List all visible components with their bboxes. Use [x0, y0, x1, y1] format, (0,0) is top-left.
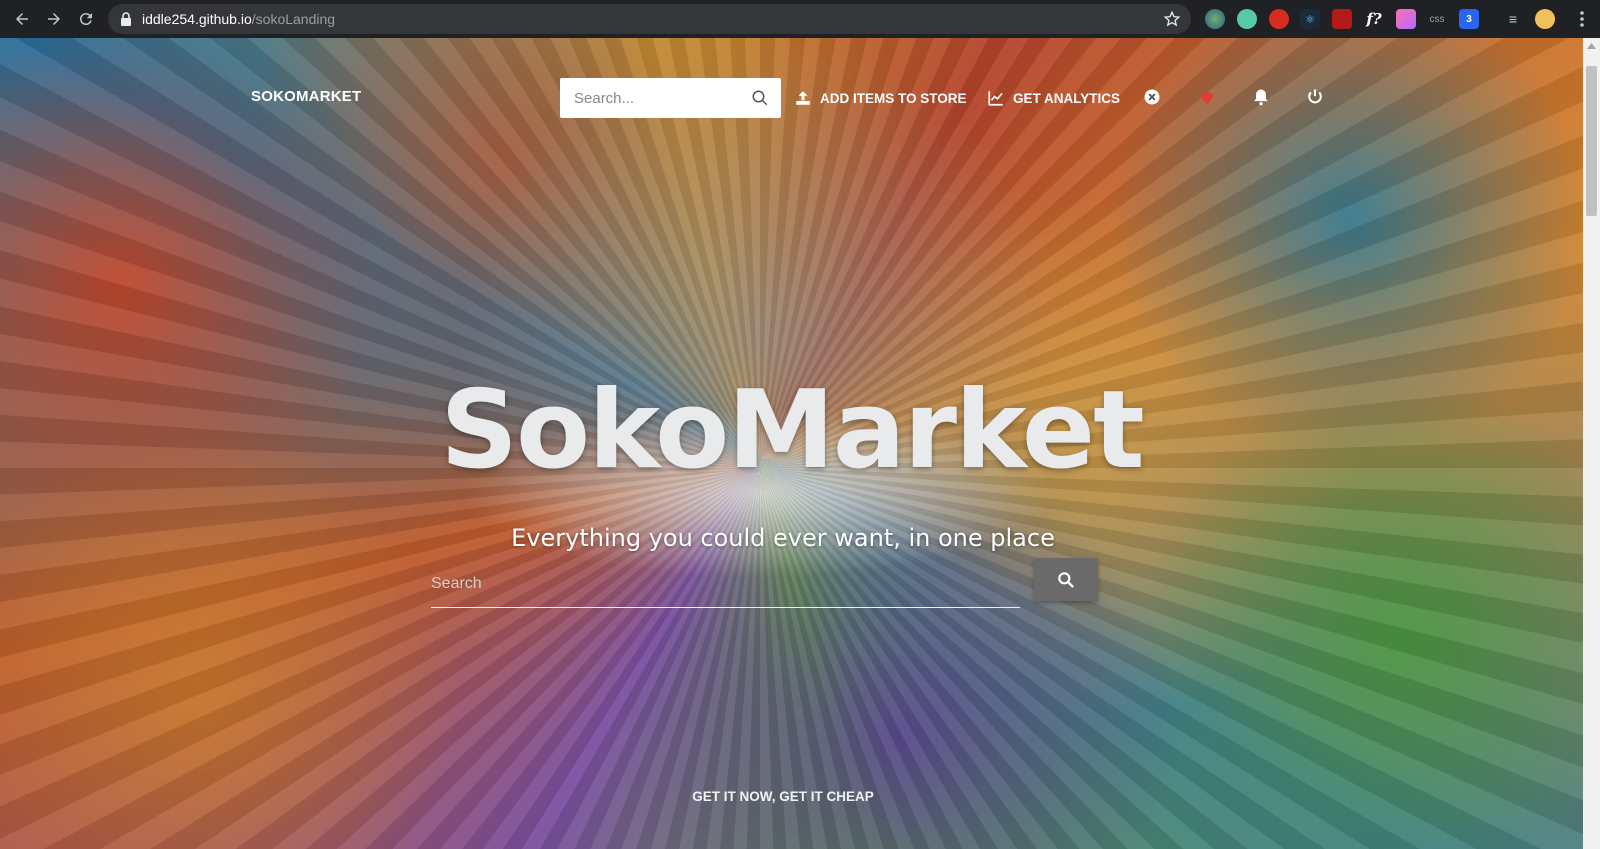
extension-react-icon[interactable]: ⚛	[1300, 9, 1320, 29]
add-items-link[interactable]: ADD ITEMS TO STORE	[794, 89, 967, 107]
analytics-label: GET ANALYTICS	[1013, 90, 1121, 106]
upload-icon	[796, 91, 810, 105]
profile-avatar[interactable]	[1535, 9, 1555, 29]
back-button[interactable]	[8, 5, 36, 33]
add-items-label: ADD ITEMS TO STORE	[820, 90, 967, 106]
reload-button[interactable]	[72, 5, 100, 33]
scroll-thumb[interactable]	[1586, 66, 1597, 216]
hero-background: SOKOMARKET ADD ITEMS TO STORE GET ANALYT…	[0, 38, 1583, 849]
url-path: /sokoLanding	[251, 11, 336, 27]
magnifier-icon	[1058, 571, 1074, 588]
navbar-search-input[interactable]	[574, 89, 744, 107]
extension-css3-icon[interactable]: 3	[1459, 9, 1479, 29]
hero-search-input[interactable]	[431, 562, 1020, 606]
analytics-link[interactable]: GET ANALYTICS	[987, 89, 1120, 107]
chart-line-icon	[988, 91, 1003, 106]
power-icon[interactable]	[1305, 87, 1325, 107]
search-icon[interactable]	[751, 89, 769, 107]
extension-css-icon[interactable]: css	[1427, 9, 1447, 29]
extension-green-icon[interactable]	[1237, 9, 1257, 29]
browser-toolbar: iddle254.github.io/sokoLanding ⚛ f? css …	[0, 0, 1600, 38]
bookmark-star-icon[interactable]	[1163, 10, 1181, 28]
bell-icon[interactable]	[1251, 87, 1271, 107]
hero-subtitle: Everything you could ever want, in one p…	[511, 524, 1055, 552]
url-host: iddle254.github.io	[142, 11, 252, 27]
tagline: GET IT NOW, GET IT CHEAP	[692, 789, 874, 804]
address-bar[interactable]: iddle254.github.io/sokoLanding	[108, 4, 1191, 34]
extension-ruby-icon[interactable]	[1332, 9, 1352, 29]
extension-globe-icon[interactable]	[1205, 9, 1225, 29]
hero-search-button[interactable]	[1034, 558, 1098, 601]
playlist-icon[interactable]: ≡	[1503, 9, 1523, 29]
extension-pink-icon[interactable]	[1396, 9, 1416, 29]
more-menu-icon[interactable]	[1574, 9, 1590, 29]
lock-icon	[121, 12, 131, 26]
heart-icon[interactable]	[1197, 87, 1217, 107]
navbar-search	[560, 78, 781, 118]
hero-search-field	[431, 562, 1020, 608]
brand-logo[interactable]: SOKOMARKET	[251, 88, 361, 105]
arrow-left-icon	[16, 13, 28, 25]
hero-title: SokoMarket	[440, 368, 1145, 493]
arrow-right-icon	[48, 13, 60, 25]
page-scrollbar[interactable]	[1583, 38, 1600, 849]
scroll-up-arrow-icon[interactable]	[1587, 42, 1596, 50]
extension-opera-icon[interactable]	[1269, 9, 1289, 29]
close-circle-icon[interactable]	[1142, 87, 1162, 107]
reload-icon	[79, 13, 92, 26]
forward-button[interactable]	[40, 5, 68, 33]
extension-font-icon[interactable]: f?	[1364, 9, 1384, 29]
